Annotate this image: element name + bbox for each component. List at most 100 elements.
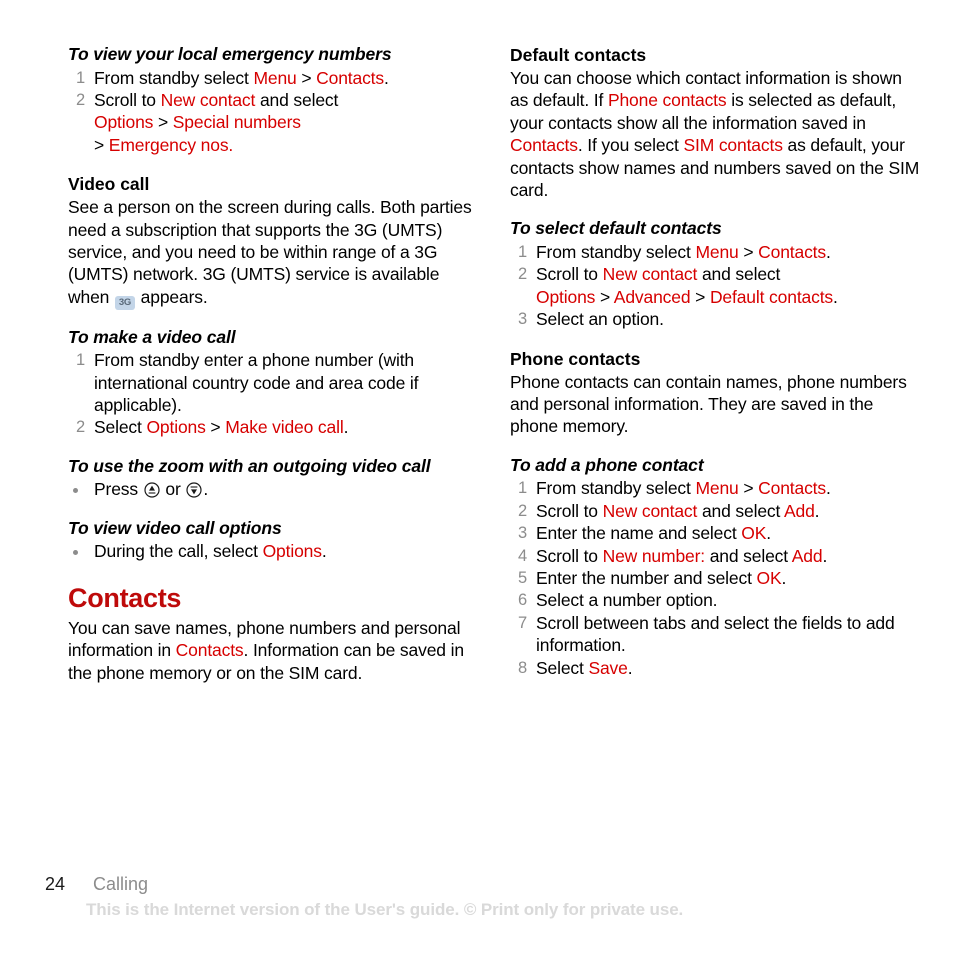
step-number: 8	[517, 658, 527, 677]
step-text: From standby enter a phone number (with …	[94, 350, 419, 416]
heading-zoom-video-call: To use the zoom with an outgoing video c…	[68, 455, 431, 476]
step-text-tail: .	[781, 567, 787, 588]
ui-term-contacts: Contacts	[175, 640, 244, 661]
step-item: 6 Select a number option.	[510, 589, 922, 611]
step-number: 1	[517, 242, 527, 261]
paragraph-default-contacts: You can choose which contact information…	[510, 67, 922, 201]
paragraph-text: See a person on the screen during calls.…	[68, 197, 472, 307]
left-column: To view your local emergency numbers 1 F…	[68, 44, 480, 684]
section-add-phone-contact: To add a phone contact 1 From standby se…	[510, 455, 922, 679]
ui-separator: >	[205, 417, 226, 438]
nav-key-down-icon	[186, 482, 202, 498]
step-item: 2 Scroll to New contact and select Add.	[510, 500, 922, 522]
step-number: 4	[517, 546, 527, 565]
steps-view-emergency-numbers: 1 From standby select Menu > Contacts. 2…	[68, 67, 480, 157]
step-text: From standby select	[94, 67, 254, 88]
step-text: Select a number option.	[536, 590, 718, 611]
ui-term-add: Add	[783, 500, 815, 521]
bullet-text: During the call, select	[94, 541, 263, 562]
ui-term-new-contact: New contact	[602, 264, 698, 285]
step-text-tail: .	[826, 478, 831, 499]
heading-video-call: Video call	[68, 174, 150, 195]
section-video-call-options: To view video call options During the ca…	[68, 518, 480, 563]
step-item: 2 Scroll to New contact and select Optio…	[68, 89, 480, 156]
ui-term-menu: Menu	[253, 67, 297, 88]
heading-view-emergency-numbers: To view your local emergency numbers	[68, 44, 392, 64]
step-text: From standby select	[536, 478, 696, 499]
step-text-tail: .	[384, 67, 389, 88]
step-text-mid: and select	[255, 89, 339, 110]
step-item: 8 Select Save.	[510, 657, 922, 679]
step-number: 6	[517, 591, 527, 610]
step-number: 2	[75, 418, 85, 437]
step-number: 1	[75, 351, 85, 370]
step-text-tail: .	[822, 545, 828, 566]
steps-select-default-contacts: 1 From standby select Menu > Contacts. 2…	[510, 241, 922, 331]
list-item: During the call, select Options.	[68, 540, 480, 562]
step-text: Scroll to	[536, 500, 603, 521]
step-continuation: Options > Advanced > Default contacts.	[536, 286, 922, 308]
step-item: 2 Select Options > Make video call.	[68, 416, 480, 438]
ui-term-options: Options	[536, 286, 596, 307]
page-number: 24	[45, 874, 66, 894]
footer-section-name: Calling	[93, 874, 149, 894]
step-item: 1 From standby select Menu > Contacts.	[510, 477, 922, 499]
bullets-zoom-video-call: Press or .	[68, 478, 480, 500]
step-text: Scroll to	[536, 264, 603, 285]
bullet-text-tail: .	[321, 541, 327, 562]
ui-term-options: Options	[146, 417, 206, 438]
page-footer: 24 Calling This is the Internet version o…	[45, 873, 925, 920]
bullet-text-mid: or	[160, 479, 186, 500]
ui-term-ok: OK	[756, 567, 782, 588]
step-item: 1 From standby enter a phone number (wit…	[68, 349, 480, 416]
bullet-dot-icon	[73, 549, 78, 555]
step-text-tail: .	[814, 500, 820, 521]
heading-make-video-call: To make a video call	[68, 326, 236, 347]
ui-term-default-contacts: Default contacts	[709, 286, 834, 307]
list-item: Press or .	[68, 478, 480, 500]
step-number: 2	[517, 265, 527, 284]
step-text-tail: .	[627, 657, 633, 678]
ui-separator: >	[94, 134, 109, 155]
step-item: 3 Select an option.	[510, 308, 922, 330]
step-text: From standby select	[536, 241, 696, 262]
ui-term-menu: Menu	[695, 241, 739, 262]
step-text-mid: and select	[705, 545, 792, 566]
ui-term-make-video-call: Make video call	[225, 417, 344, 438]
step-number: 7	[517, 613, 527, 632]
ui-separator: >	[738, 241, 759, 262]
step-text-tail: .	[826, 241, 831, 262]
step-item: 1 From standby select Menu > Contacts.	[68, 67, 480, 89]
step-number: 1	[75, 68, 85, 87]
heading-view-video-call-options: To view video call options	[68, 517, 282, 538]
step-text: Scroll to	[536, 545, 603, 566]
ui-term-special-numbers: Special numbers	[172, 112, 301, 133]
right-column: Default contacts You can choose which co…	[510, 44, 922, 679]
bullet-dot-icon	[73, 487, 78, 493]
step-text: Scroll between tabs and select the field…	[536, 612, 895, 656]
ui-term-options: Options	[262, 541, 322, 562]
ui-separator: >	[738, 478, 759, 499]
heading-add-phone-contact: To add a phone contact	[510, 454, 704, 475]
section-default-contacts: Default contacts You can choose which co…	[510, 44, 922, 201]
paragraph-contacts-intro: You can save names, phone numbers and pe…	[68, 617, 480, 684]
paragraph-text-tail: appears.	[135, 286, 208, 307]
step-number: 2	[75, 90, 85, 109]
step-text-tail: .	[343, 417, 349, 438]
step-text: Select	[536, 657, 589, 678]
ui-term-ok: OK	[741, 523, 767, 544]
heading-default-contacts: Default contacts	[510, 45, 647, 65]
ui-term-contacts: Contacts	[758, 478, 826, 499]
section-zoom-video-call: To use the zoom with an outgoing video c…	[68, 456, 480, 501]
ui-separator: >	[153, 112, 173, 133]
step-number: 3	[517, 524, 527, 543]
paragraph-text: . If you select	[577, 135, 684, 156]
nav-key-up-icon	[144, 482, 160, 498]
step-text-mid: and select	[697, 264, 781, 285]
steps-make-video-call: 1 From standby enter a phone number (wit…	[68, 349, 480, 439]
ui-term-add: Add	[791, 545, 823, 566]
step-item: 1 From standby select Menu > Contacts.	[510, 241, 922, 263]
